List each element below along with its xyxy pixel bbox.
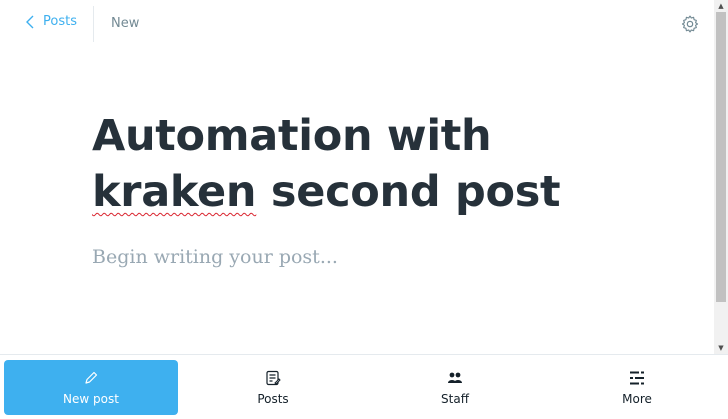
- staff-icon: [448, 372, 462, 383]
- nav-label: New post: [63, 391, 119, 406]
- page-scrollbar[interactable]: ▲ ▼: [714, 0, 728, 354]
- misspelled-word: kraken: [92, 167, 257, 217]
- bottom-navigation: New post Posts Staff More: [0, 354, 728, 419]
- pencil-icon: [85, 371, 98, 384]
- nav-more[interactable]: More: [550, 360, 724, 415]
- nav-label: Posts: [257, 391, 289, 406]
- nav-staff[interactable]: Staff: [368, 360, 542, 415]
- title-line-2-rest: second post: [256, 167, 561, 217]
- post-status: New: [111, 16, 140, 31]
- nav-label: Staff: [441, 391, 469, 406]
- nav-label: More: [622, 391, 652, 406]
- editor-header: Posts New: [0, 0, 714, 48]
- nav-new-post[interactable]: New post: [4, 360, 178, 415]
- post-editor: Automation with kraken second post Begin…: [92, 108, 652, 268]
- chevron-left-icon: [26, 15, 34, 28]
- post-body-input[interactable]: Begin writing your post...: [92, 246, 652, 268]
- back-link-label: Posts: [43, 14, 77, 29]
- gear-icon[interactable]: [680, 14, 700, 34]
- scrollbar-thumb[interactable]: [716, 12, 726, 302]
- back-to-posts-link[interactable]: Posts: [25, 14, 77, 29]
- scroll-down-arrow-icon[interactable]: ▼: [717, 344, 725, 352]
- nav-posts[interactable]: Posts: [186, 360, 360, 415]
- title-line-1: Automation with: [92, 111, 492, 161]
- more-icon: [630, 371, 644, 384]
- posts-icon: [266, 370, 281, 385]
- header-divider: [93, 6, 94, 42]
- post-title-input[interactable]: Automation with kraken second post: [92, 108, 652, 220]
- scroll-up-arrow-icon[interactable]: ▲: [717, 2, 725, 10]
